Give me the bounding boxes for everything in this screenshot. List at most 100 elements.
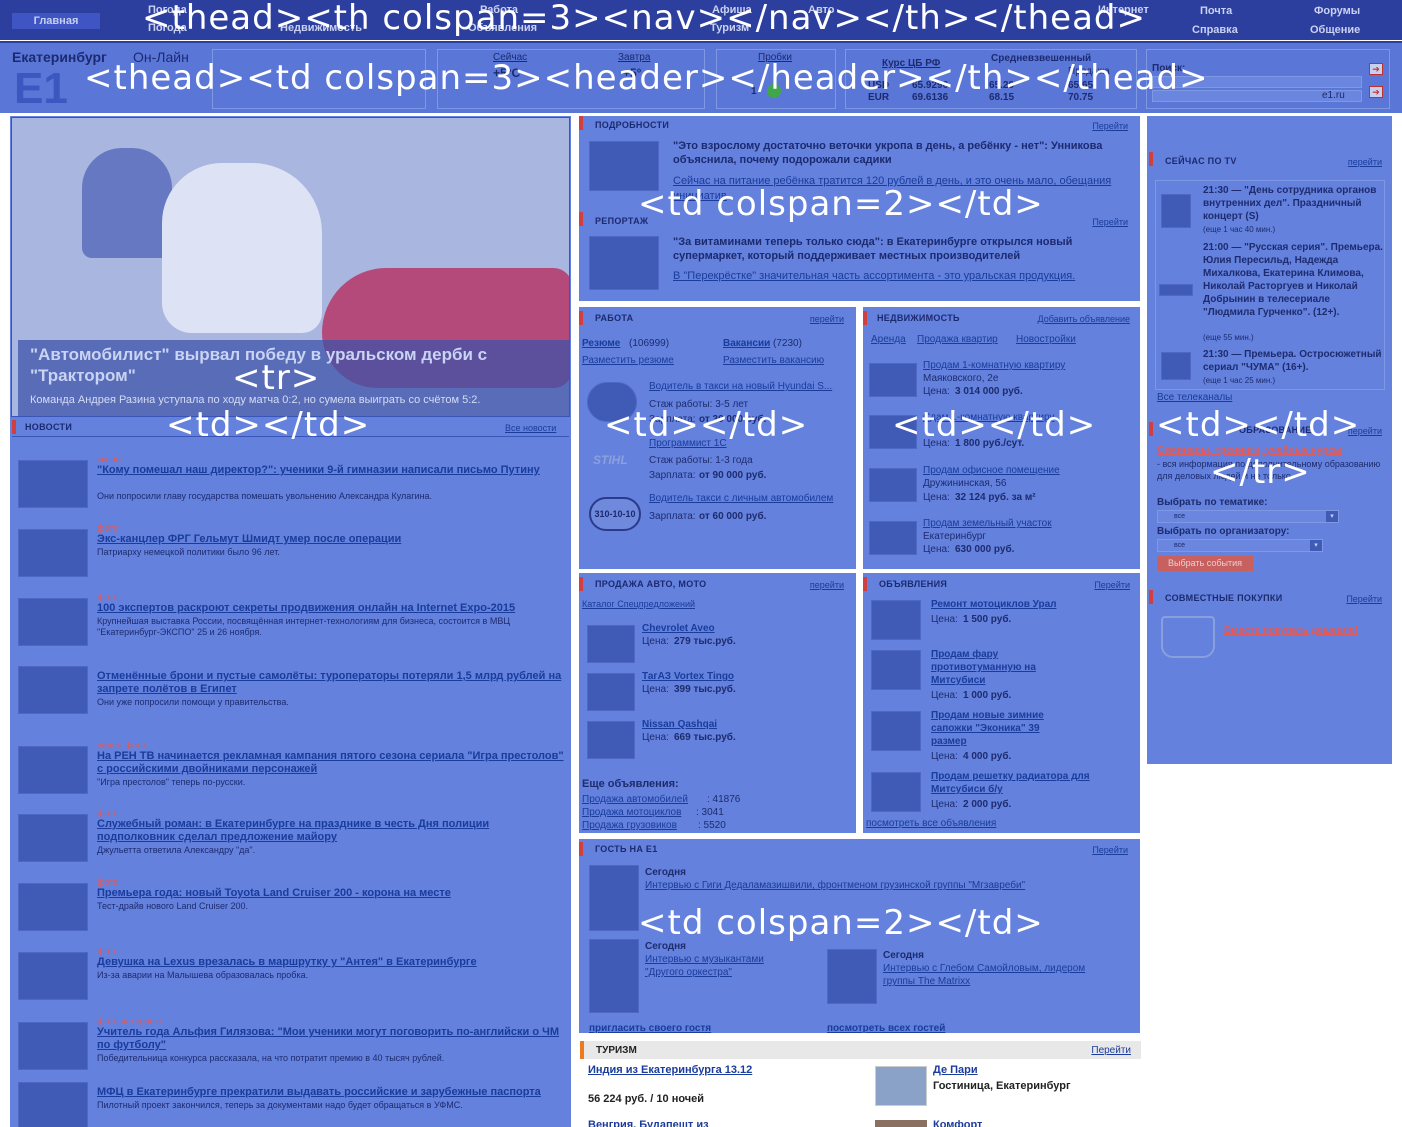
tv-all-link[interactable]: Все телеканалы: [1157, 391, 1232, 404]
edu-theme-select[interactable]: все ▾: [1157, 510, 1339, 523]
traffic-label[interactable]: Пробки: [758, 52, 792, 63]
weather-tomorrow-label[interactable]: Завтра: [618, 52, 650, 63]
news-thumb[interactable]: [18, 529, 88, 577]
news-category[interactable]: фото: [97, 946, 118, 956]
post-resume-link[interactable]: Разместить резюме: [582, 354, 674, 367]
news-thumb[interactable]: [18, 666, 88, 714]
news-title[interactable]: МФЦ в Екатеринбурге прекратили выдавать …: [97, 1086, 567, 1099]
news-thumb[interactable]: [18, 460, 88, 508]
tour-2-title[interactable]: Венгрия, Будапешт из: [588, 1119, 709, 1127]
news-thumb[interactable]: [18, 598, 88, 646]
news-thumb[interactable]: [18, 883, 88, 931]
report-link[interactable]: В "Перекрёстке" значительная часть ассор…: [673, 269, 1093, 284]
guest-invite-link[interactable]: пригласить своего гостя: [589, 1022, 711, 1035]
post-vacancy-link[interactable]: Разместить вакансию: [723, 354, 824, 367]
autos-link-moto[interactable]: Продажа мотоциклов: [582, 806, 681, 819]
realty-tab-rent[interactable]: Аренда: [871, 333, 906, 346]
details-headline[interactable]: "Это взрослому достаточно веточки укропа…: [673, 139, 1133, 167]
ad-4-title[interactable]: Продам решетку радиатора для Митсубиси б…: [931, 770, 1101, 796]
news-title[interactable]: Экс-канцлер ФРГ Гельмут Шмидт умер после…: [97, 533, 567, 546]
job-1-title[interactable]: Водитель в такси на новый Hyundai S...: [649, 380, 832, 393]
nav-item[interactable]: Работа: [480, 2, 518, 18]
news-category[interactable]: фото: [97, 877, 118, 887]
tv-1-text[interactable]: 21:30 — "День сотрудника органов внутрен…: [1203, 184, 1383, 223]
news-thumb[interactable]: [18, 952, 88, 1000]
ad-2-image[interactable]: [871, 650, 921, 690]
ads-all-link[interactable]: посмотреть все объявления: [866, 817, 996, 830]
nav-item[interactable]: Интернет: [1098, 2, 1149, 18]
news-all-link[interactable]: Все новости: [505, 422, 556, 435]
news-category[interactable]: фото: [97, 808, 118, 818]
news-title[interactable]: Отменённые брони и пустые самолёты: туро…: [97, 670, 567, 696]
realty-3-image[interactable]: [869, 468, 917, 502]
autos-more-link[interactable]: перейти: [810, 579, 844, 592]
auto-3-title[interactable]: Nissan Qashqai: [642, 718, 717, 731]
jobs-more-link[interactable]: перейти: [810, 313, 844, 326]
news-thumb[interactable]: [18, 746, 88, 794]
realty-4-image[interactable]: [869, 521, 917, 555]
channel-2-icon[interactable]: [1159, 284, 1193, 296]
news-title[interactable]: 100 экспертов раскроют секреты продвижен…: [97, 602, 567, 615]
nav-item[interactable]: Авто: [808, 2, 835, 18]
report-image[interactable]: [589, 236, 659, 290]
nav-chat[interactable]: Общение: [1310, 22, 1360, 38]
news-category[interactable]: сканы: [97, 454, 122, 464]
autos-catalog-link[interactable]: Каталог Спецпредложений: [582, 598, 695, 611]
cbr-label[interactable]: Курс ЦБ РФ: [882, 58, 940, 69]
guest-2-image[interactable]: [589, 939, 639, 1013]
realty-4-title[interactable]: Продам земельный участок: [923, 517, 1052, 530]
report-more-link[interactable]: Перейти: [1092, 216, 1128, 229]
news-title[interactable]: Премьера года: новый Toyota Land Cruiser…: [97, 887, 567, 900]
realty-2-image[interactable]: [869, 415, 917, 449]
news-title[interactable]: Девушка на Lexus врезалась в маршрутку у…: [97, 956, 567, 969]
realty-tab-sale[interactable]: Продажа квартир: [917, 333, 998, 346]
auto-1-title[interactable]: Chevrolet Aveo: [642, 622, 715, 635]
news-category[interactable]: фото интервью: [97, 1016, 161, 1026]
guest-all-link[interactable]: посмотреть всех гостей: [827, 1022, 945, 1035]
auto-2-image[interactable]: [587, 673, 635, 711]
edu-link[interactable]: Семинары, тренинги, учебные курсы: [1157, 445, 1342, 456]
job-3-title[interactable]: Водитель такси с личным автомобилем: [649, 492, 833, 505]
guest-1-text[interactable]: Интервью с Гиги Дедаламазишвили, фронтме…: [645, 879, 1025, 892]
ad-2-title[interactable]: Продам фару противотуманную на Митсубиси: [931, 648, 1061, 687]
news-title[interactable]: Учитель года Альфия Гилязова: "Мои учени…: [97, 1026, 567, 1052]
realty-3-title[interactable]: Продам офисное помещение: [923, 464, 1060, 477]
nav-item[interactable]: Туризм: [710, 20, 749, 36]
tourism-more-link[interactable]: Перейти: [1091, 1045, 1131, 1056]
details-link[interactable]: Сейчас на питание ребёнка тратится 120 р…: [673, 174, 1133, 204]
ad-1-title[interactable]: Ремонт мотоциклов Урал: [931, 598, 1056, 611]
guest-3-image[interactable]: [827, 949, 877, 1004]
tv-2-text[interactable]: 21:00 — "Русская серия". Премьера. Юлия …: [1203, 241, 1383, 319]
ad-3-image[interactable]: [871, 711, 921, 751]
guest-2-text[interactable]: Интервью с музыкантами "Другого оркестра…: [645, 953, 785, 979]
nav-item[interactable]: Погода: [148, 20, 187, 36]
ad-4-image[interactable]: [871, 772, 921, 812]
joint-link[interactable]: Вместе покупать дешевле!: [1224, 625, 1358, 636]
nav-item[interactable]: Погода: [148, 2, 187, 18]
job-logo-3[interactable]: 310-10-10: [589, 497, 641, 531]
hero[interactable]: "Автомобилист" вырвал победу в уральском…: [11, 117, 570, 417]
ads-more-link[interactable]: Перейти: [1094, 579, 1130, 592]
resume-link[interactable]: Резюме: [582, 337, 620, 350]
tour-title[interactable]: Индия из Екатеринбурга 13.12: [588, 1064, 768, 1077]
job-logo-2[interactable]: STIHL: [593, 454, 628, 467]
logo[interactable]: E1: [14, 67, 68, 111]
tv-3-text[interactable]: 21:30 — Премьера. Остросюжетный сериал "…: [1203, 348, 1383, 374]
edu-more-link[interactable]: перейти: [1348, 425, 1382, 438]
guest-3-text[interactable]: Интервью с Глебом Самойловым, лидером гр…: [883, 962, 1113, 988]
news-thumb[interactable]: [18, 814, 88, 862]
autos-link-trucks[interactable]: Продажа грузовиков: [582, 819, 677, 832]
details-image[interactable]: [589, 141, 659, 191]
edu-submit-button[interactable]: Выбрать события: [1157, 556, 1253, 571]
news-title[interactable]: На РЕН ТВ начинается рекламная кампания …: [97, 750, 567, 776]
hotel-2-title[interactable]: Комфорт: [933, 1119, 982, 1127]
nav-item[interactable]: Афиша: [712, 2, 752, 18]
joint-more-link[interactable]: Перейти: [1346, 593, 1382, 606]
report-headline[interactable]: "За витаминами теперь только сюда": в Ек…: [673, 235, 1135, 263]
nav-item[interactable]: Недвижимость: [280, 20, 362, 36]
news-thumb[interactable]: [18, 1022, 88, 1070]
ad-1-image[interactable]: [871, 600, 921, 640]
job-logo-1[interactable]: [587, 382, 637, 422]
guest-1-image[interactable]: [589, 865, 639, 931]
details-more-link[interactable]: Перейти: [1092, 120, 1128, 133]
